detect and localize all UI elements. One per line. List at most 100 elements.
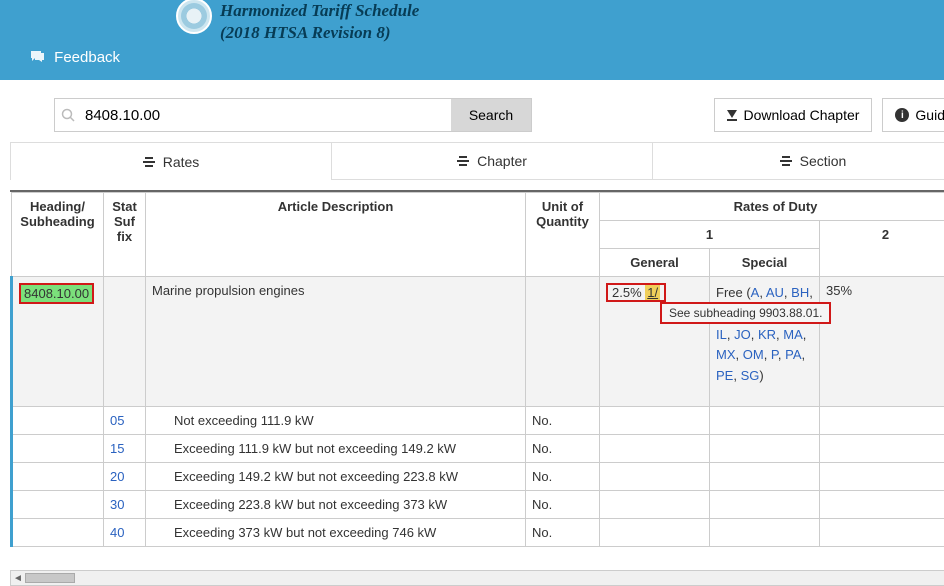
special-code-link[interactable]: BH [791, 285, 809, 300]
cell-special [710, 491, 820, 519]
cell-unit: No. [526, 463, 600, 491]
cell-unit: No. [526, 407, 600, 435]
cell-col2: 35% [820, 277, 944, 407]
cell-special [710, 463, 820, 491]
cell-stat [104, 277, 146, 407]
scroll-thumb[interactable] [25, 573, 75, 583]
table-row-main: 8408.10.00 Marine propulsion engines 2.5… [12, 277, 944, 407]
list-icon [457, 156, 469, 166]
table-row: 30 Exceeding 223.8 kW but not exceeding 3… [12, 491, 944, 519]
special-code-link[interactable]: IL [716, 327, 727, 342]
table-row: 40 Exceeding 373 kW but not exceeding 746… [12, 519, 944, 547]
cell-stat: 30 [104, 491, 146, 519]
cell-stat: 40 [104, 519, 146, 547]
col-heading: Heading/ Subheading [12, 193, 104, 277]
cell-desc: Exceeding 373 kW but not exceeding 746 k… [146, 519, 526, 547]
special-code-link[interactable]: JO [734, 327, 751, 342]
info-icon: i [895, 108, 909, 122]
cell-special [710, 519, 820, 547]
search-button[interactable]: Search [451, 99, 531, 131]
download-chapter-button[interactable]: Download Chapter [714, 98, 872, 132]
special-code-link[interactable]: PA [785, 347, 801, 362]
special-code-link[interactable]: KR [758, 327, 776, 342]
tab-section[interactable]: Section [653, 143, 944, 180]
special-code-link[interactable]: P [771, 347, 778, 362]
col-one: 1 [600, 221, 820, 249]
stat-suffix-link[interactable]: 20 [110, 469, 124, 484]
cell-heading [12, 491, 104, 519]
cell-special [710, 435, 820, 463]
title-line-2: (2018 HTSA Revision 8) [220, 22, 419, 44]
cell-desc: Marine propulsion engines [146, 277, 526, 407]
chat-icon [30, 50, 46, 68]
tab-section-label: Section [800, 153, 847, 169]
main-description: Marine propulsion engines [152, 283, 304, 298]
horizontal-scrollbar[interactable]: ◄ ► [10, 570, 944, 586]
cell-col2 [820, 407, 944, 435]
tariff-table: Heading/ Subheading Stat Suf fix Article… [10, 192, 944, 547]
title-line-1: Harmonized Tariff Schedule [220, 0, 419, 22]
stat-suffix-link[interactable]: 40 [110, 525, 124, 540]
list-icon [780, 156, 792, 166]
search-input[interactable] [81, 99, 451, 131]
special-code-link[interactable]: MX [716, 347, 736, 362]
stat-suffix-link[interactable]: 05 [110, 413, 124, 428]
table-row: 05Not exceeding 111.9 kWNo. [12, 407, 944, 435]
cell-desc: Exceeding 149.2 kW but not exceeding 223… [146, 463, 526, 491]
guide-label: Guid [915, 107, 944, 123]
col-unit: Unit of Quantity [526, 193, 600, 277]
feedback-label: Feedback [54, 49, 120, 66]
cell-desc: Exceeding 111.9 kW but not exceeding 149… [146, 435, 526, 463]
cell-col2 [820, 463, 944, 491]
general-rate-box: 2.5% 1/ [606, 283, 666, 302]
special-code-link[interactable]: MA [783, 327, 803, 342]
footnote-tooltip: See subheading 9903.88.01. [660, 302, 831, 324]
tab-chapter[interactable]: Chapter [332, 143, 653, 180]
scroll-left-icon[interactable]: ◄ [11, 571, 25, 585]
cell-heading [12, 407, 104, 435]
cell-col2 [820, 435, 944, 463]
agency-seal-icon [176, 0, 212, 34]
guide-button[interactable]: i Guid [882, 98, 944, 132]
search-box: Search [54, 98, 532, 132]
cell-general [600, 463, 710, 491]
feedback-link[interactable]: Feedback [30, 49, 120, 68]
footnote-link[interactable]: 1/ [645, 285, 660, 300]
toolbar: Search Download Chapter i Guid [0, 80, 944, 142]
cell-heading [12, 435, 104, 463]
cell-stat: 05 [104, 407, 146, 435]
cell-heading [12, 519, 104, 547]
list-icon [143, 157, 155, 167]
col-stat: Stat Suf fix [104, 193, 146, 277]
cell-stat: 15 [104, 435, 146, 463]
special-code-link[interactable]: SG [741, 368, 760, 383]
search-icon [55, 99, 81, 131]
special-code-link[interactable]: AU [766, 285, 784, 300]
stat-suffix-link[interactable]: 30 [110, 497, 124, 512]
cell-unit: No. [526, 519, 600, 547]
special-suffix: ) [759, 368, 763, 383]
cell-special [710, 407, 820, 435]
special-code-link[interactable]: OM [743, 347, 764, 362]
col-desc: Article Description [146, 193, 526, 277]
special-prefix: Free ( [716, 285, 751, 300]
cell-heading: 8408.10.00 [12, 277, 104, 407]
app-title: Harmonized Tariff Schedule (2018 HTSA Re… [220, 0, 419, 44]
cell-general [600, 435, 710, 463]
special-code-link[interactable]: A [751, 285, 760, 300]
table-row: 20 Exceeding 149.2 kW but not exceeding 2… [12, 463, 944, 491]
cell-stat: 20 [104, 463, 146, 491]
cell-general [600, 491, 710, 519]
header-bar: Harmonized Tariff Schedule (2018 HTSA Re… [0, 0, 944, 80]
general-rate: 2.5% [612, 285, 642, 300]
stat-suffix-link[interactable]: 15 [110, 441, 124, 456]
col-two: 2 [820, 221, 944, 277]
heading-code: 8408.10.00 [19, 283, 94, 304]
download-icon [727, 110, 737, 121]
tab-rates[interactable]: Rates [11, 143, 332, 180]
tariff-table-container: Heading/ Subheading Stat Suf fix Article… [10, 190, 944, 570]
tab-rates-label: Rates [163, 154, 200, 170]
special-code-link[interactable]: PE [716, 368, 733, 383]
col-special: Special [710, 249, 820, 277]
cell-desc: Exceeding 223.8 kW but not exceeding 373… [146, 491, 526, 519]
